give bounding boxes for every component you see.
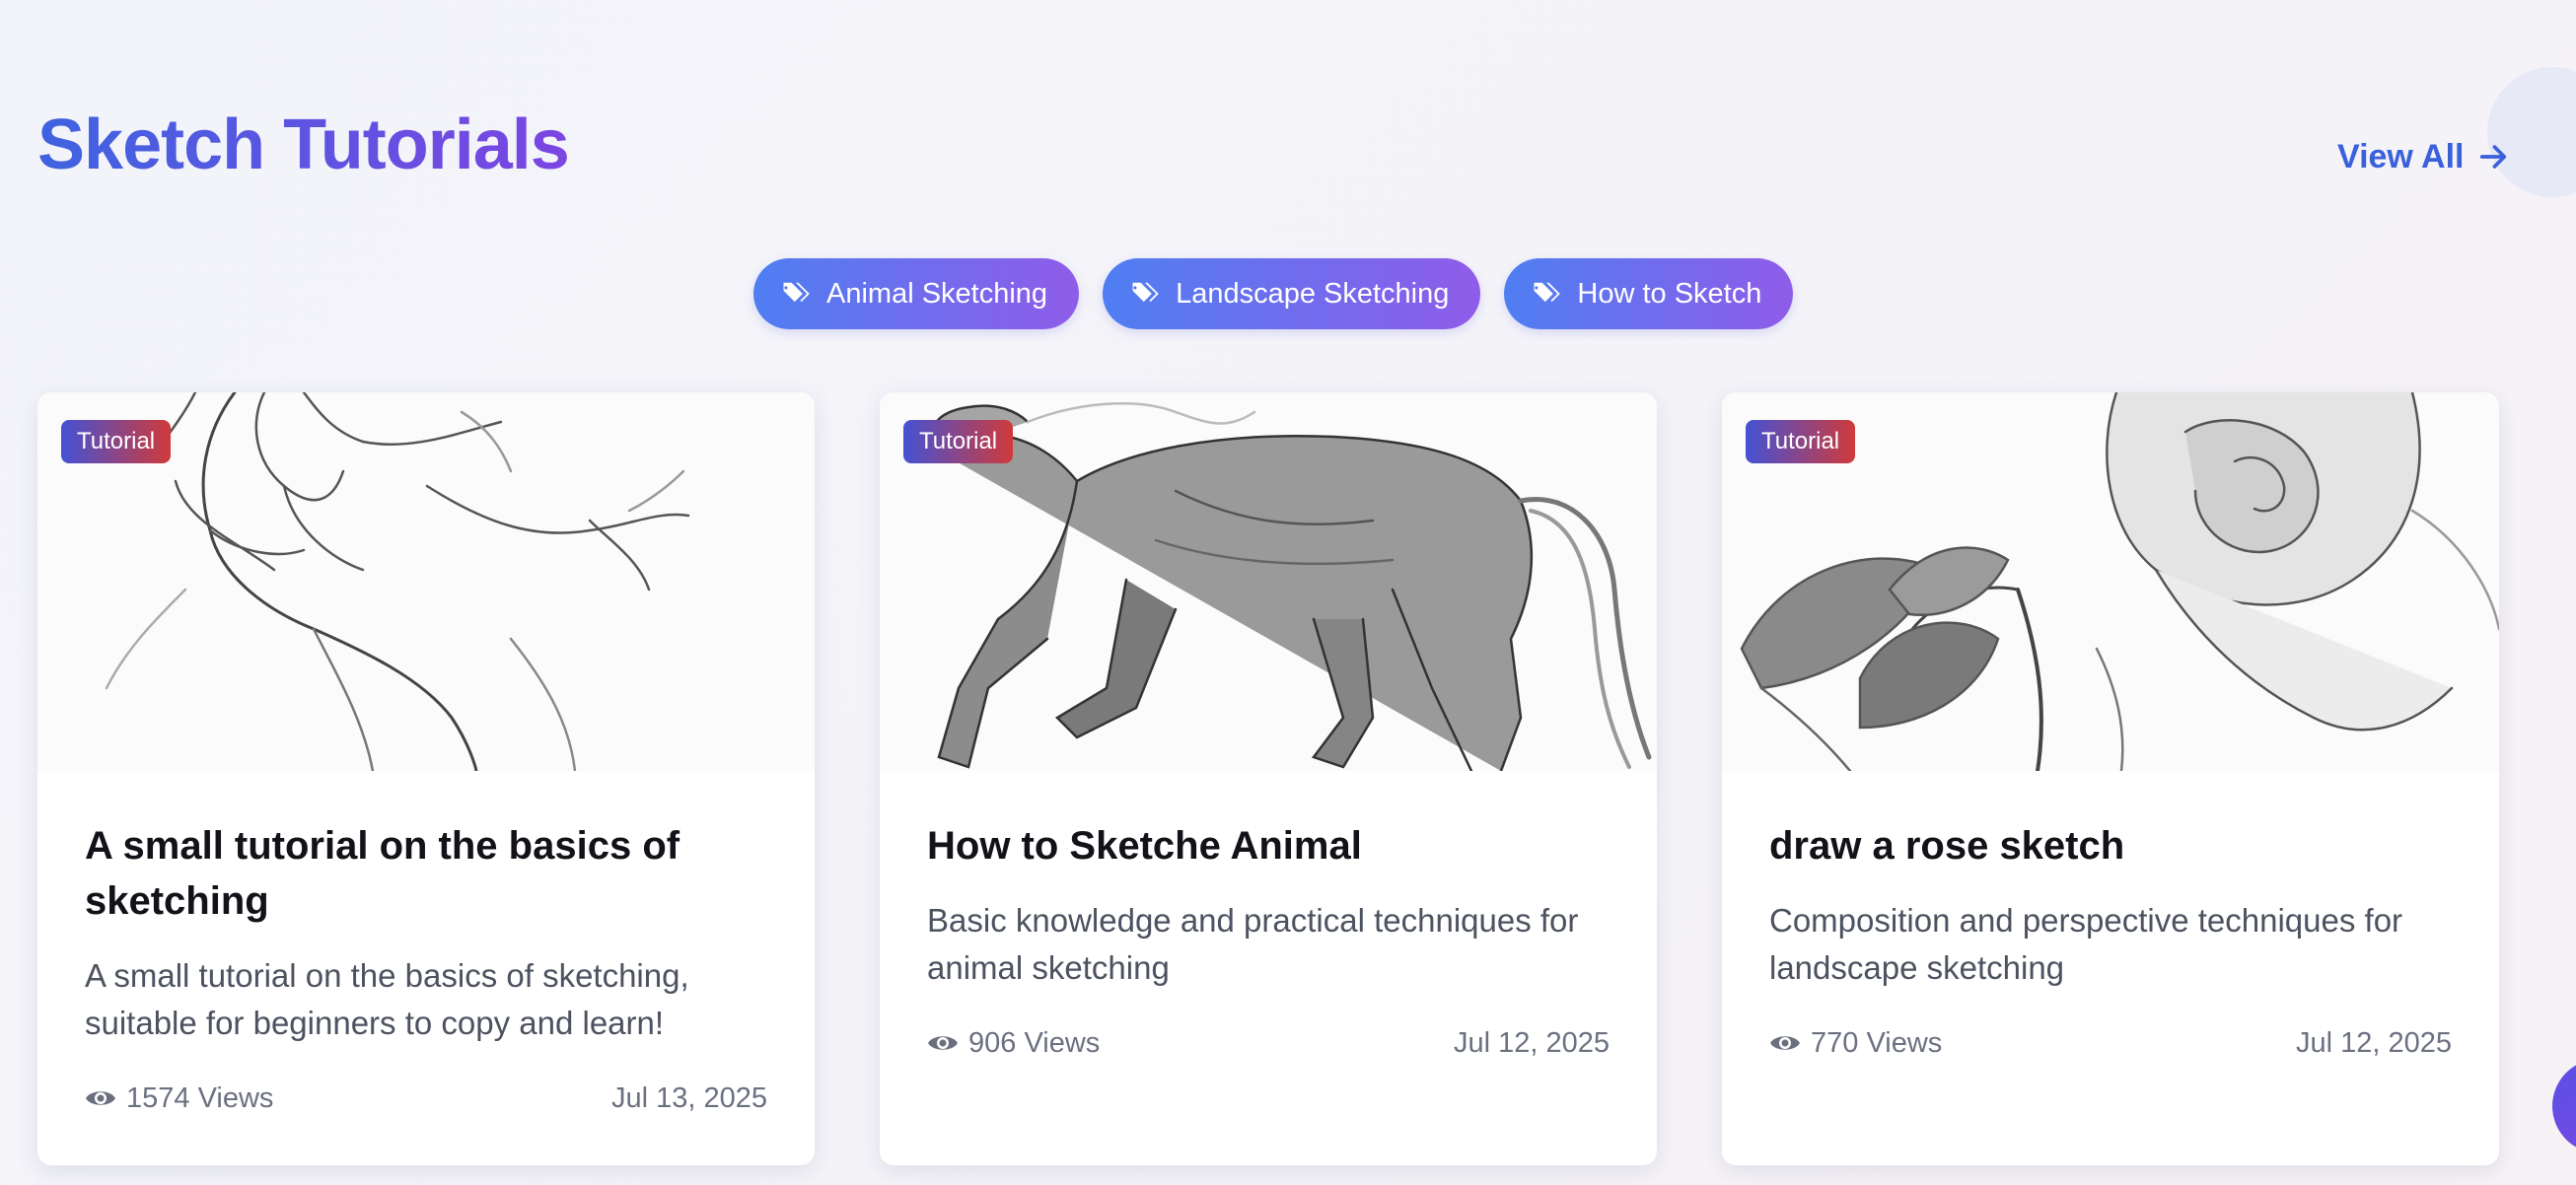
- tutorial-badge: Tutorial: [61, 420, 172, 463]
- eye-icon: [928, 1036, 958, 1050]
- card-description: A small tutorial on the basics of sketch…: [85, 957, 689, 1041]
- page-title: Sketch Tutorials: [37, 105, 570, 184]
- views-count: 770 Views: [1769, 1027, 1942, 1060]
- views-label: 770 Views: [1811, 1026, 1943, 1059]
- card-date: Jul 13, 2025: [610, 1081, 767, 1114]
- tutorial-badge: Tutorial: [903, 420, 1014, 463]
- tutorial-card[interactable]: Tutorial How to Sketche Animal Basic kno…: [880, 392, 1657, 1165]
- card-date: Jul 12, 2025: [1453, 1026, 1610, 1059]
- view-all-label: View All: [2337, 137, 2465, 175]
- card-meta: 1574 Views Jul 13, 2025: [85, 1079, 767, 1118]
- tags-icon: [1132, 282, 1159, 303]
- card-description: Composition and perspective techniques f…: [1769, 902, 2403, 986]
- views-count: 1574 Views: [85, 1082, 273, 1115]
- tutorial-badge: Tutorial: [1746, 420, 1856, 463]
- tutorial-card[interactable]: Tutorial A small tutorial on the basics …: [37, 392, 815, 1165]
- tag-filter-bar: Animal Sketching Landscape Sketching How…: [753, 258, 1794, 329]
- card-title[interactable]: A small tutorial on the basics of sketch…: [85, 818, 765, 929]
- views-label: 906 Views: [968, 1026, 1101, 1059]
- eye-icon: [1770, 1036, 1800, 1050]
- tag-landscape-sketching[interactable]: Landscape Sketching: [1103, 258, 1481, 329]
- arrow-right-icon: [2479, 145, 2506, 169]
- tutorial-card[interactable]: Tutorial draw a rose sketch Composition …: [1722, 392, 2499, 1165]
- floating-action-button[interactable]: [2552, 1059, 2576, 1153]
- card-title[interactable]: How to Sketche Animal: [927, 818, 1608, 873]
- card-meta: 906 Views Jul 12, 2025: [927, 1023, 1610, 1063]
- views-label: 1574 Views: [126, 1081, 274, 1114]
- card-date: Jul 12, 2025: [2295, 1026, 2452, 1059]
- tag-label: How to Sketch: [1577, 277, 1762, 310]
- tag-label: Animal Sketching: [826, 277, 1048, 310]
- tag-how-to-sketch[interactable]: How to Sketch: [1504, 258, 1794, 329]
- eye-icon: [86, 1091, 115, 1105]
- card-meta: 770 Views Jul 12, 2025: [1769, 1023, 2452, 1063]
- card-description: Basic knowledge and practical techniques…: [927, 902, 1579, 986]
- views-count: 906 Views: [927, 1027, 1100, 1060]
- tag-animal-sketching[interactable]: Animal Sketching: [753, 258, 1080, 329]
- tags-icon: [783, 282, 810, 303]
- tag-label: Landscape Sketching: [1176, 277, 1450, 310]
- card-title[interactable]: draw a rose sketch: [1769, 818, 2450, 873]
- tags-icon: [1534, 282, 1561, 303]
- view-all-link[interactable]: View All: [2337, 134, 2510, 179]
